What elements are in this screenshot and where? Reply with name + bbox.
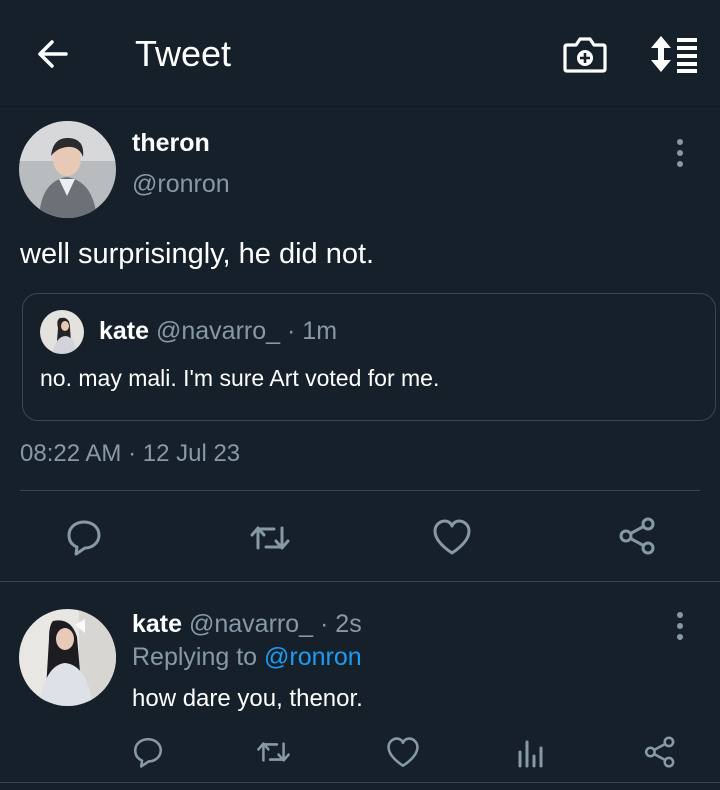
reply-share-button[interactable]	[642, 735, 679, 769]
divider	[20, 490, 700, 491]
author-avatar[interactable]	[19, 121, 116, 218]
reply-header: kate @navarro_ · 2s	[132, 610, 362, 639]
top-bar: Tweet	[0, 0, 720, 107]
replying-to-label: Replying to	[132, 643, 258, 671]
replying-to-line: Replying to @ronron	[132, 643, 362, 672]
back-button[interactable]	[32, 34, 72, 74]
quote-time: 1m	[302, 317, 338, 345]
more-vertical-icon	[677, 139, 683, 167]
quote-text: no. may mali. I'm sure Art voted for me.	[40, 365, 440, 391]
reply-retweet-button[interactable]	[255, 735, 292, 769]
arrow-left-icon	[38, 40, 68, 68]
quote-author-name[interactable]: kate	[99, 317, 149, 345]
more-options-button[interactable]	[668, 133, 692, 173]
reply-more-options-button[interactable]	[668, 606, 692, 646]
sort-button[interactable]	[648, 33, 700, 75]
share-icon	[619, 517, 655, 555]
reply-icon	[67, 520, 101, 556]
divider	[0, 782, 720, 783]
retweet-icon	[257, 742, 290, 762]
reply-avatar[interactable]	[19, 609, 116, 706]
reply-reply-button[interactable]	[131, 735, 165, 769]
share-icon	[644, 736, 675, 768]
author-name[interactable]: theron	[132, 129, 210, 158]
quote-avatar[interactable]	[40, 310, 84, 354]
reply-text: how dare you, thenor.	[132, 685, 363, 712]
reply-time: 2s	[335, 610, 362, 638]
more-vertical-icon	[677, 612, 683, 640]
page-title: Tweet	[135, 33, 232, 74]
replying-to-link[interactable]: @ronron	[264, 643, 362, 671]
camera-plus-icon	[563, 37, 607, 73]
divider	[0, 581, 720, 582]
sort-icon	[651, 36, 697, 73]
retweet-button[interactable]	[248, 518, 292, 558]
like-icon	[433, 519, 471, 555]
camera-button[interactable]	[562, 33, 608, 75]
reply-stats-button[interactable]	[514, 736, 548, 770]
tweet-timestamp: 08:22 AM · 12 Jul 23	[20, 440, 241, 467]
reply-like-button[interactable]	[386, 736, 420, 770]
stats-icon	[518, 740, 543, 768]
reply-author-handle[interactable]: @navarro_	[189, 610, 313, 638]
quoted-tweet-card[interactable]	[22, 293, 716, 421]
retweet-icon	[250, 526, 290, 550]
quote-header: kate @navarro_ · 1m	[99, 317, 337, 346]
like-button[interactable]	[432, 518, 472, 558]
like-icon	[387, 737, 419, 768]
reply-button[interactable]	[64, 517, 104, 557]
separator: ·	[287, 317, 296, 345]
separator: ·	[320, 610, 329, 638]
tweet-text: well surprisingly, he did not.	[20, 238, 375, 270]
reply-icon	[133, 737, 163, 768]
quote-author-handle[interactable]: @navarro_	[156, 317, 280, 345]
reply-author-name[interactable]: kate	[132, 610, 182, 638]
share-button[interactable]	[616, 516, 660, 556]
author-handle[interactable]: @ronron	[132, 170, 230, 199]
